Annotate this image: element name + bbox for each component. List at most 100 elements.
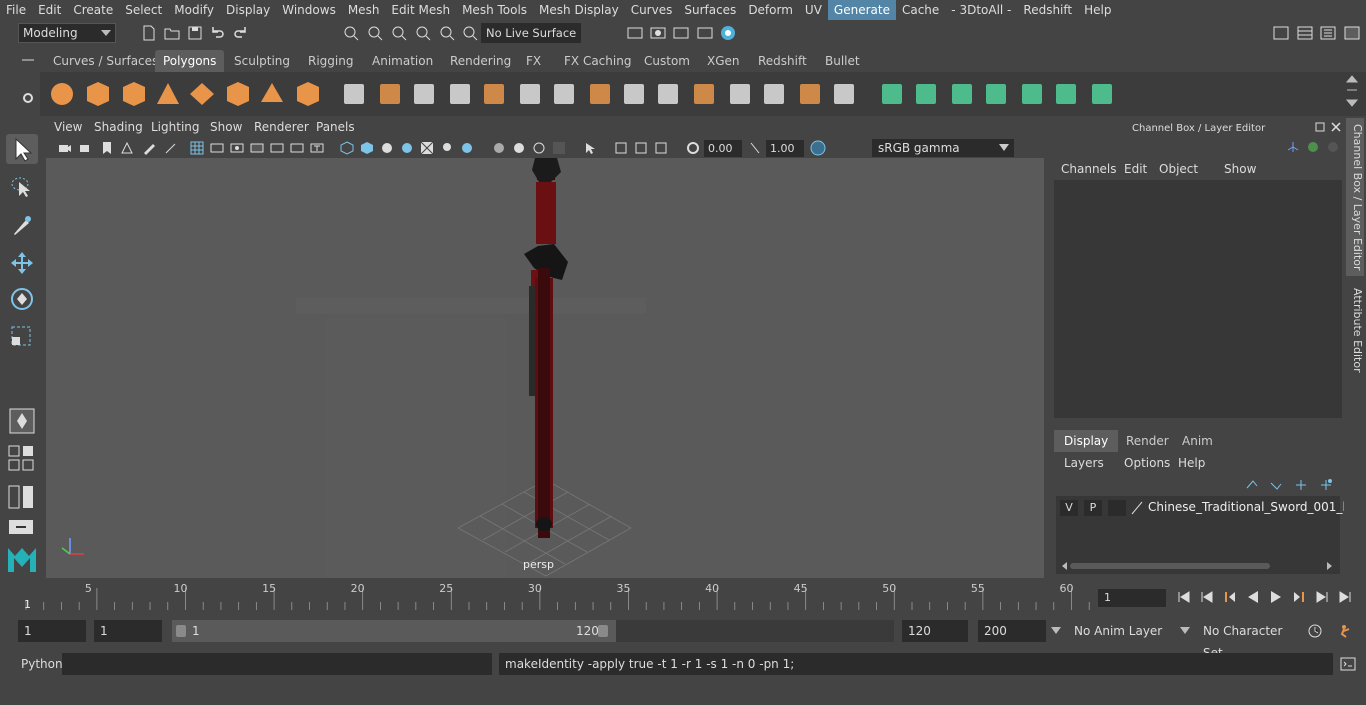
redo-icon[interactable] xyxy=(233,25,249,41)
poly-sphere-icon[interactable] xyxy=(48,80,76,108)
script-editor-icon[interactable] xyxy=(1340,656,1356,672)
render-frame-icon[interactable] xyxy=(650,25,666,41)
unfold-icon[interactable] xyxy=(1052,80,1080,108)
channel-menu-channels[interactable]: Channels xyxy=(1061,162,1117,176)
new-empty-layer-icon[interactable] xyxy=(1294,478,1308,490)
new-layer-selected-icon[interactable] xyxy=(1319,478,1333,490)
layer-color-icon[interactable] xyxy=(1130,500,1144,516)
range-slider[interactable]: 1 120 xyxy=(172,620,894,642)
spherical-uv-icon[interactable] xyxy=(982,80,1010,108)
shelf-tab-sculpting[interactable]: Sculpting xyxy=(226,50,298,72)
range-start-grip[interactable] xyxy=(176,625,186,637)
go-to-end-icon[interactable] xyxy=(1337,589,1353,605)
layer-name[interactable]: Chinese_Traditional_Sword_001_layer xyxy=(1148,500,1366,514)
safe-action-icon[interactable] xyxy=(290,141,304,155)
quad-draw-icon[interactable] xyxy=(690,80,718,108)
menu-display[interactable]: Display xyxy=(220,0,276,20)
step-forward-frame-icon[interactable] xyxy=(1291,589,1307,605)
motion-blur-icon[interactable] xyxy=(512,141,526,155)
bool-icon[interactable] xyxy=(760,80,788,108)
gamma-icon[interactable] xyxy=(748,141,762,155)
depth-of-field-icon[interactable] xyxy=(552,141,566,155)
menu-uv[interactable]: UV xyxy=(799,0,828,20)
float-panel-icon[interactable] xyxy=(1315,122,1325,132)
animation-end-field[interactable]: 200 xyxy=(978,620,1046,642)
layer-horizontal-scrollbar[interactable] xyxy=(1062,560,1332,570)
mode-selector[interactable]: Modeling xyxy=(18,23,116,43)
panel-menu-shading[interactable]: Shading xyxy=(94,120,143,134)
textured-icon[interactable] xyxy=(400,141,414,155)
render-settings-icon[interactable] xyxy=(697,25,713,41)
channel-list[interactable] xyxy=(1054,180,1342,418)
channel-menu-show[interactable]: Show xyxy=(1224,162,1256,176)
shadows-icon[interactable] xyxy=(460,141,474,155)
playback-start-field[interactable]: 1 xyxy=(94,620,162,642)
exposure-field[interactable]: 0.00 xyxy=(704,140,742,157)
paint-select-tool-button[interactable] xyxy=(6,210,38,240)
menu-windows[interactable]: Windows xyxy=(276,0,342,20)
range-slider-handle[interactable]: 1 120 xyxy=(172,620,616,642)
menu-generate[interactable]: Generate xyxy=(827,0,896,20)
step-back-key-icon[interactable] xyxy=(1199,589,1215,605)
channel-menu-object[interactable]: Object xyxy=(1159,162,1198,176)
menu-edit-mesh[interactable]: Edit Mesh xyxy=(385,0,456,20)
play-forwards-icon[interactable] xyxy=(1268,589,1284,605)
target-weld-icon[interactable] xyxy=(620,80,648,108)
axis-icon[interactable] xyxy=(1286,140,1300,154)
layer-menu-options[interactable]: Options xyxy=(1124,456,1170,470)
character-set-select[interactable]: No Character Set xyxy=(1197,620,1301,660)
menu-mesh[interactable]: Mesh xyxy=(342,0,386,20)
smooth-icon[interactable] xyxy=(446,80,474,108)
go-to-start-icon[interactable] xyxy=(1176,589,1192,605)
ipr-render-icon[interactable] xyxy=(673,25,689,41)
open-scene-icon[interactable] xyxy=(164,25,180,41)
planar-uv-icon[interactable] xyxy=(912,80,940,108)
reduce-icon[interactable] xyxy=(830,80,858,108)
append-icon[interactable] xyxy=(516,80,544,108)
shelf-tab-curves-surfaces[interactable]: Curves / Surfaces xyxy=(45,50,166,72)
layer-display-type-toggle[interactable] xyxy=(1108,500,1126,516)
layer-playback-toggle[interactable]: P xyxy=(1084,500,1102,516)
layer-menu-layers[interactable]: Layers xyxy=(1064,456,1104,470)
panel-menu-lighting[interactable]: Lighting xyxy=(151,120,200,134)
tab-channel-box-layer-editor[interactable]: Channel Box / Layer Editor xyxy=(1346,118,1364,276)
triangulate-icon[interactable] xyxy=(796,80,824,108)
maya-home-button[interactable] xyxy=(6,544,38,576)
poly-cylinder-icon[interactable] xyxy=(120,80,148,108)
playback-end-field[interactable]: 120 xyxy=(902,620,968,642)
workspace-icon[interactable] xyxy=(1273,25,1289,41)
menu-deform[interactable]: Deform xyxy=(742,0,799,20)
film-gate-icon[interactable] xyxy=(210,141,224,155)
extract-icon[interactable] xyxy=(410,80,438,108)
shelf-tab-fx-caching[interactable]: FX Caching xyxy=(556,50,639,72)
layer-visibility-toggle[interactable]: V xyxy=(1060,500,1078,516)
snap-grid-icon[interactable] xyxy=(415,25,431,41)
menu-edit[interactable]: Edit xyxy=(32,0,67,20)
resolution-gate-icon[interactable] xyxy=(230,141,244,155)
shelf-tab-polygons[interactable]: Polygons xyxy=(155,50,225,72)
layout-icon[interactable] xyxy=(1088,80,1116,108)
menu-3dtoall[interactable]: - 3DtoAll - xyxy=(945,0,1017,20)
connect-icon[interactable] xyxy=(654,80,682,108)
snap-point-icon[interactable] xyxy=(462,25,478,41)
layer-row[interactable]: V P Chinese_Traditional_Sword_001_layer xyxy=(1056,500,1366,518)
rotate-tool-button[interactable] xyxy=(6,284,38,314)
layer-tab-display[interactable]: Display xyxy=(1054,430,1119,452)
save-scene-icon[interactable] xyxy=(187,25,203,41)
separate-icon[interactable] xyxy=(376,80,404,108)
isolate-select-icon[interactable] xyxy=(584,141,598,155)
menu-surfaces[interactable]: Surfaces xyxy=(678,0,742,20)
image-plane-icon[interactable] xyxy=(120,141,134,155)
color-space-select[interactable]: sRGB gamma xyxy=(872,139,1014,157)
select-tool-button[interactable] xyxy=(6,134,38,164)
gamma-field[interactable]: 1.00 xyxy=(766,140,804,157)
new-scene-icon[interactable] xyxy=(141,25,157,41)
two-d-pan-icon[interactable] xyxy=(164,141,178,155)
layer-tab-anim[interactable]: Anim xyxy=(1172,430,1223,452)
shelf-tab-rendering[interactable]: Rendering xyxy=(442,50,519,72)
cylindrical-uv-icon[interactable] xyxy=(948,80,976,108)
outliner-layout-button[interactable] xyxy=(6,516,38,546)
combine-icon[interactable] xyxy=(340,80,368,108)
camera-view-icon[interactable] xyxy=(614,141,628,155)
select-object-icon[interactable] xyxy=(367,25,383,41)
